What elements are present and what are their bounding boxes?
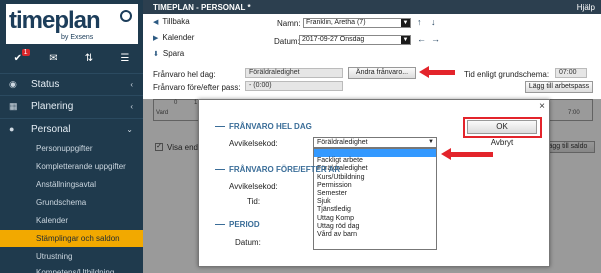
logo-subtitle: by Exsens bbox=[61, 34, 94, 41]
name-value: Franklin, Aretha (7) bbox=[306, 19, 366, 26]
dropdown-arrow-icon: ▼ bbox=[428, 139, 434, 145]
mail-icon[interactable]: ✉ bbox=[49, 53, 57, 64]
nav-item-label: Personal bbox=[31, 123, 71, 135]
forward-arrow-icon: ▶ bbox=[153, 34, 159, 42]
save-icon: ⬇ bbox=[153, 50, 159, 58]
dropdown-option[interactable]: Tjänstledig bbox=[314, 206, 436, 214]
sidebar-item-personuppgifter[interactable]: Personuppgifter bbox=[0, 140, 143, 157]
dropdown-option[interactable]: Semester bbox=[314, 190, 436, 198]
absence-full-day-label: Frånvaro hel dag: bbox=[153, 70, 216, 79]
time-label: Tid: bbox=[247, 197, 261, 206]
dropdown-option[interactable]: Uttag Komp bbox=[314, 215, 436, 223]
sidebar-item-kompetens[interactable]: Kompetens/Utbildning bbox=[0, 264, 143, 273]
back-label: Tillbaka bbox=[162, 17, 190, 26]
checkmark-icon[interactable]: ✔ 1 bbox=[14, 48, 30, 64]
dropdown-arrow-icon: ▼ bbox=[401, 19, 410, 27]
logo-text: timeplan bbox=[9, 7, 101, 34]
transfer-icon[interactable]: ⇅ bbox=[85, 53, 93, 64]
status-icon: ◉ bbox=[9, 78, 17, 89]
sidebar-item-kalender[interactable]: Kalender bbox=[0, 212, 143, 229]
section-heading-period: PERIOD bbox=[215, 220, 260, 229]
back-link[interactable]: ◀ Tillbaka bbox=[153, 17, 190, 26]
chevron-left-icon: ‹ bbox=[130, 79, 133, 89]
nav-item-status[interactable]: ◉ Status ‹ bbox=[0, 73, 143, 94]
nav-item-label: Status bbox=[31, 78, 60, 90]
person-icon: ● bbox=[9, 124, 15, 134]
name-select[interactable]: Franklin, Aretha (7) ▼ bbox=[303, 18, 411, 28]
dropdown-option[interactable]: Permission bbox=[314, 182, 436, 190]
sidebar-item-kompletterande[interactable]: Kompletterande uppgifter bbox=[0, 158, 143, 175]
dropdown-option[interactable]: Vård av barn bbox=[314, 231, 436, 239]
main-content: TIMEPLAN - PERSONAL * Hjälp ◀ Tillbaka ▶… bbox=[143, 0, 601, 273]
date-select[interactable]: 2017-09-27 Onsdag ▼ bbox=[299, 35, 411, 45]
help-link[interactable]: Hjälp bbox=[577, 3, 595, 12]
cancel-button[interactable]: Avbryt bbox=[482, 138, 522, 148]
dropdown-option[interactable] bbox=[314, 149, 436, 158]
chevron-left-icon: ‹ bbox=[130, 101, 133, 111]
absence-code-dropdown: Fackligt arbete Föräldraledighet Kurs/Ut… bbox=[313, 148, 437, 250]
name-label: Namn: bbox=[277, 19, 301, 28]
prev-date-icon[interactable]: ← bbox=[417, 34, 426, 44]
absence-code-select[interactable]: Föräldraledighet ▼ bbox=[313, 137, 437, 148]
next-person-icon[interactable]: ↓ bbox=[431, 17, 436, 27]
section-heading-before-after: FRÅNVARO FÖRE/EFTER AR bbox=[215, 165, 340, 174]
dropdown-option[interactable]: Sjuk bbox=[314, 198, 436, 206]
sidebar-toolbar: ✔ 1 ✉ ⇅ ☰ bbox=[0, 47, 143, 69]
date-value: 2017-09-27 Onsdag bbox=[302, 36, 365, 43]
sidebar-item-utrustning[interactable]: Utrustning bbox=[0, 248, 143, 265]
add-work-shift-button[interactable]: Lägg till arbetspass bbox=[525, 81, 593, 93]
time-per-schedule-label: Tid enligt grundschema: bbox=[464, 70, 550, 79]
change-absence-button[interactable]: Ändra frånvaro... bbox=[348, 67, 416, 79]
period-date-label: Datum: bbox=[235, 238, 261, 247]
dropdown-option[interactable]: Kurs/Utbildning bbox=[314, 174, 436, 182]
ok-button[interactable]: OK bbox=[467, 120, 537, 134]
page-title: TIMEPLAN - PERSONAL * bbox=[153, 2, 251, 12]
calendar-icon: ▦ bbox=[9, 100, 18, 111]
timeplan-logo: timeplan by Exsens bbox=[6, 4, 138, 44]
nav-item-label: Planering bbox=[31, 100, 74, 112]
sidebar-item-stamplingar[interactable]: Stämplingar och saldon bbox=[0, 230, 143, 247]
save-link[interactable]: ⬇ Spara bbox=[153, 49, 184, 58]
date-label: Datum: bbox=[274, 37, 300, 46]
absence-before-after-label: Frånvaro före/efter pass: bbox=[153, 83, 241, 92]
absence-before-after-field: - (0:00) bbox=[245, 81, 343, 91]
code-label-2: Avvikelsekod: bbox=[229, 182, 278, 191]
absence-dialog: × FRÅNVARO HEL DAG Avvikelsekod: Föräldr… bbox=[198, 99, 550, 267]
dropdown-arrow-icon: ▼ bbox=[401, 36, 410, 44]
dropdown-option[interactable]: Uttag röd dag bbox=[314, 223, 436, 231]
code-label: Avvikelsekod: bbox=[229, 139, 278, 148]
calendar-label: Kalender bbox=[162, 33, 195, 42]
calendar-link[interactable]: ▶ Kalender bbox=[153, 33, 194, 42]
section-heading-full-day: FRÅNVARO HEL DAG bbox=[215, 122, 312, 131]
sidebar-item-grundschema[interactable]: Grundschema bbox=[0, 194, 143, 211]
absence-code-value: Föräldraledighet bbox=[317, 139, 368, 146]
time-per-schedule-field: 07:00 bbox=[555, 68, 587, 78]
annotation-arrow-left bbox=[419, 66, 455, 78]
annotation-arrow-left bbox=[441, 148, 493, 160]
save-label: Spara bbox=[162, 49, 185, 58]
sidebar: timeplan by Exsens ✔ 1 ✉ ⇅ ☰ ◉ Status ‹ ▦… bbox=[0, 0, 143, 273]
back-arrow-icon: ◀ bbox=[153, 18, 159, 26]
nav-item-personal[interactable]: ● Personal ⌄ bbox=[0, 118, 143, 139]
notification-badge: 1 bbox=[21, 48, 30, 56]
close-icon[interactable]: × bbox=[539, 101, 545, 112]
list-icon[interactable]: ☰ bbox=[120, 53, 129, 64]
sidebar-item-anstallningsavtal[interactable]: Anställningsavtal bbox=[0, 176, 143, 193]
nav-item-planering[interactable]: ▦ Planering ‹ bbox=[0, 95, 143, 116]
window-titlebar: TIMEPLAN - PERSONAL * Hjälp bbox=[143, 0, 601, 14]
logo-check-icon bbox=[120, 10, 132, 22]
prev-person-icon[interactable]: ↑ bbox=[417, 17, 422, 27]
absence-full-day-field: Föräldraledighet bbox=[245, 68, 343, 78]
next-date-icon[interactable]: → bbox=[431, 34, 440, 44]
chevron-down-icon: ⌄ bbox=[126, 124, 133, 134]
